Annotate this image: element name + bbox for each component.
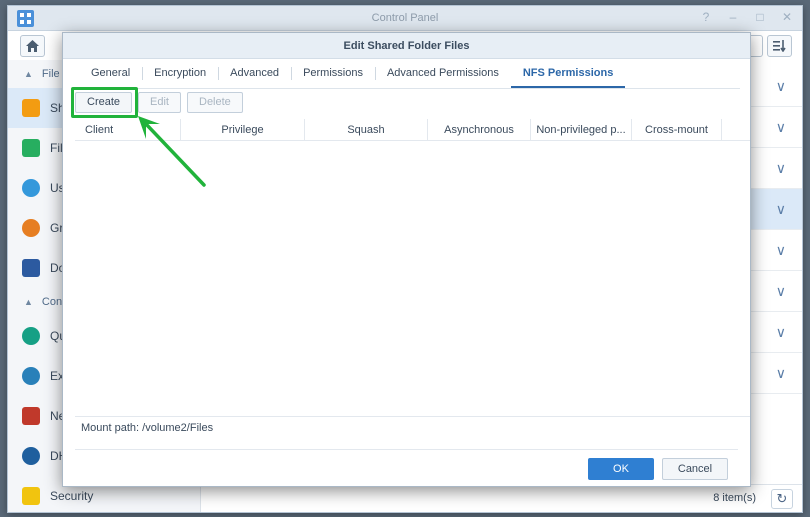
sidebar-item-label: Fil <box>50 141 63 155</box>
column-header-asynchronous[interactable]: Asynchronous <box>428 119 531 140</box>
file-services-icon <box>22 139 40 157</box>
window-titlebar: Control Panel ? – □ ✕ <box>8 6 802 31</box>
home-button[interactable] <box>20 35 45 57</box>
chevron-down-icon[interactable]: ∨ <box>776 324 786 341</box>
tab-nfs-permissions[interactable]: NFS Permissions <box>510 59 626 88</box>
mount-path-label: Mount path: <box>81 422 140 434</box>
chevron-up-icon: ▲ <box>24 297 33 307</box>
item-count: 8 item(s) <box>713 492 756 504</box>
edit-shared-folder-dialog: Edit Shared Folder Files General Encrypt… <box>62 32 751 487</box>
group-icon <box>22 219 40 237</box>
chevron-down-icon[interactable]: ∨ <box>776 283 786 300</box>
chevron-down-icon[interactable]: ∨ <box>776 201 786 218</box>
quickconnect-icon <box>22 327 40 345</box>
tab-advanced-permissions[interactable]: Advanced Permissions <box>374 59 511 88</box>
refresh-icon: ↻ <box>776 491 788 506</box>
tab-encryption[interactable]: Encryption <box>142 59 218 88</box>
window-controls: ? – □ ✕ <box>699 10 794 24</box>
create-button-highlight <box>71 87 138 118</box>
column-header-cross-mount[interactable]: Cross-mount <box>632 119 722 140</box>
close-icon[interactable]: ✕ <box>780 10 794 24</box>
chevron-down-icon[interactable]: ∨ <box>776 242 786 259</box>
tab-permissions[interactable]: Permissions <box>291 59 375 88</box>
sidebar-group-label: File <box>41 68 60 80</box>
footer-divider <box>75 449 738 450</box>
dialog-title: Edit Shared Folder Files <box>63 33 750 59</box>
chevron-down-icon[interactable]: ∨ <box>776 78 786 95</box>
dhcp-icon <box>22 447 40 465</box>
column-header-squash[interactable]: Squash <box>305 119 428 140</box>
chevron-up-icon: ▲ <box>24 69 33 79</box>
sort-icon <box>773 40 786 52</box>
table-header: Client Privilege Squash Asynchronous Non… <box>75 119 750 141</box>
tab-general[interactable]: General <box>79 59 142 88</box>
external-access-icon <box>22 367 40 385</box>
list-footer: 8 item(s) ↻ <box>201 484 802 512</box>
ok-button[interactable]: OK <box>588 458 654 480</box>
edit-button[interactable]: Edit <box>138 92 181 113</box>
tab-advanced[interactable]: Advanced <box>218 59 291 88</box>
chevron-down-icon[interactable]: ∨ <box>776 160 786 177</box>
user-icon <box>22 179 40 197</box>
security-shield-icon <box>22 487 40 505</box>
window-title: Control Panel <box>371 12 439 24</box>
column-header-non-privileged-port[interactable]: Non-privileged p... <box>531 119 632 140</box>
mount-path: Mount path: /volume2/Files <box>81 422 213 434</box>
chevron-down-icon[interactable]: ∨ <box>776 365 786 382</box>
help-icon[interactable]: ? <box>699 10 713 24</box>
search-input[interactable] <box>751 35 763 57</box>
shared-folder-icon <box>22 99 40 117</box>
home-icon <box>26 40 39 52</box>
network-icon <box>22 407 40 425</box>
nfs-rules-table: Client Privilege Squash Asynchronous Non… <box>75 119 750 417</box>
refresh-button[interactable]: ↻ <box>771 489 793 509</box>
mount-path-value: /volume2/Files <box>142 422 214 434</box>
delete-button[interactable]: Delete <box>187 92 243 113</box>
sidebar-item-label: Security <box>50 489 94 503</box>
chevron-down-icon[interactable]: ∨ <box>776 119 786 136</box>
dialog-tabs: General Encryption Advanced Permissions … <box>79 59 740 89</box>
column-header-client[interactable]: Client <box>75 119 181 140</box>
sidebar-group-label: Con <box>41 296 63 308</box>
column-header-privilege[interactable]: Privilege <box>181 119 305 140</box>
domain-icon <box>22 259 40 277</box>
minimize-icon[interactable]: – <box>726 10 740 24</box>
sort-button[interactable] <box>767 35 792 57</box>
maximize-icon[interactable]: □ <box>753 10 767 24</box>
cancel-button[interactable]: Cancel <box>662 458 728 480</box>
